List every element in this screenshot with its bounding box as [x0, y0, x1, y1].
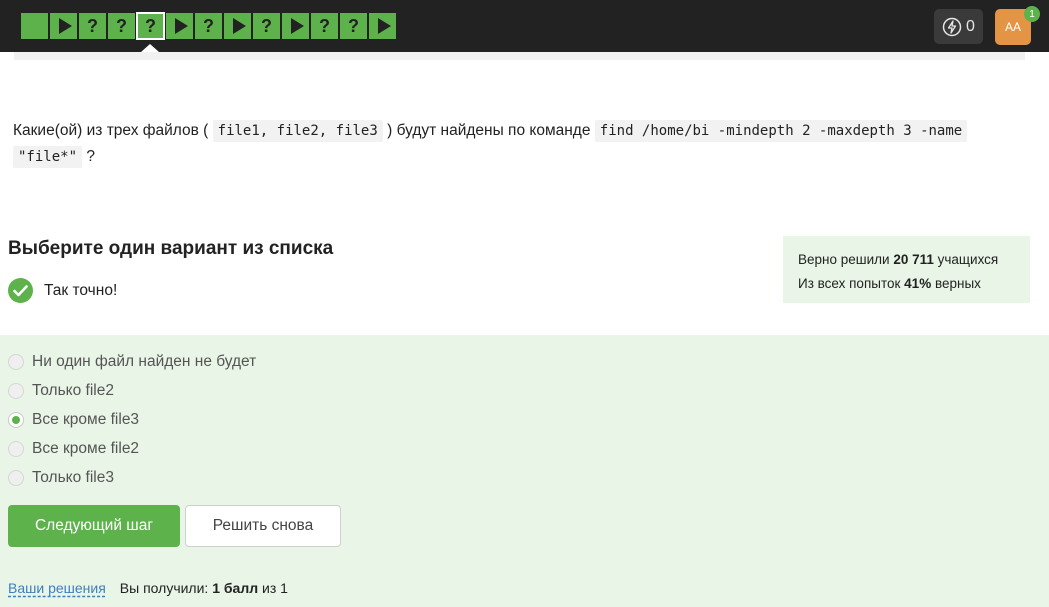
option-item[interactable]: Все кроме file3	[8, 406, 256, 435]
energy-count: 0	[966, 17, 975, 35]
stats-label: учащихся	[937, 252, 999, 267]
step-4[interactable]: ?	[107, 12, 136, 40]
play-icon	[224, 13, 251, 39]
question-step-icon: ?	[311, 13, 338, 39]
question-step-icon: ?	[195, 13, 222, 39]
code-files: file1, file2, file3	[212, 120, 383, 142]
option-radio[interactable]	[8, 383, 24, 400]
play-icon	[282, 13, 309, 39]
option-radio[interactable]	[8, 440, 24, 457]
option-item[interactable]: Ни один файл найден не будет	[8, 348, 256, 377]
solve-stats: Верно решили 20 711 учащихся Из всех поп…	[783, 236, 1030, 303]
option-label: Все кроме file3	[32, 410, 140, 428]
step-7[interactable]: ?	[194, 12, 223, 40]
option-item[interactable]: Только file2	[8, 377, 256, 406]
step-6[interactable]	[165, 12, 194, 40]
step-11[interactable]: ?	[310, 12, 339, 40]
task-subtitle: Выберите один вариант из списка	[8, 238, 334, 259]
question-step-icon: ?	[340, 13, 367, 39]
top-bar: ??????? 0 AA 1	[0, 0, 1049, 52]
question-step-icon: ?	[136, 12, 165, 40]
question-part: ?	[86, 148, 95, 165]
stats-solved-line: Верно решили 20 711 учащихся	[798, 248, 1015, 272]
stats-label: верных	[934, 276, 981, 291]
option-radio[interactable]	[8, 354, 24, 371]
stats-correct-percent: 41%	[904, 276, 932, 291]
step-9[interactable]: ?	[252, 12, 281, 40]
step-8[interactable]	[223, 12, 252, 40]
lesson-steps-nav: ???????	[20, 12, 397, 52]
result-text: Так точно!	[44, 281, 118, 299]
question-part: ) будут найдены по команде	[387, 122, 591, 139]
step-13[interactable]	[368, 12, 397, 40]
stats-label: Верно решили	[798, 252, 890, 267]
score-text: Вы получили: 1 балл из 1	[120, 580, 288, 596]
score-label: Вы получили:	[119, 580, 209, 596]
option-label: Только file2	[32, 382, 114, 400]
code-command: find /home/bi -mindepth 2 -maxdepth 3 -n…	[594, 120, 968, 142]
step-5[interactable]: ?	[136, 12, 165, 52]
option-radio[interactable]	[8, 411, 24, 428]
step-3[interactable]: ?	[78, 12, 107, 40]
option-item[interactable]: Все кроме file2	[8, 434, 256, 463]
play-icon	[50, 13, 77, 39]
question-part: Какие(ой) из трех файлов (	[13, 122, 209, 139]
question-step-icon: ?	[108, 13, 135, 39]
step-1[interactable]	[20, 12, 49, 40]
option-item[interactable]: Только file3	[8, 463, 256, 492]
step-2[interactable]	[49, 12, 78, 40]
radio-selected-dot	[12, 415, 20, 424]
option-label: Все кроме file2	[32, 439, 140, 457]
step-box	[21, 13, 48, 39]
stats-attempts-line: Из всех попыток 41% верных	[798, 272, 1015, 296]
retry-button[interactable]: Решить снова	[185, 505, 341, 547]
code-pattern: "file*"	[13, 146, 83, 168]
score-value: 1 балл	[212, 580, 259, 596]
play-icon	[166, 13, 193, 39]
energy-counter[interactable]: 0	[934, 9, 983, 44]
step-10[interactable]	[281, 12, 310, 40]
step-12[interactable]: ?	[339, 12, 368, 40]
option-label: Ни один файл найден не будет	[32, 353, 257, 371]
lightning-bolt-icon	[942, 17, 962, 36]
submission-footer: Ваши решения Вы получили: 1 балл из 1	[8, 580, 288, 596]
option-radio[interactable]	[8, 469, 24, 486]
your-solutions-link[interactable]: Ваши решения	[8, 580, 106, 596]
answers-panel: Ни один файл найден не будет Только file2…	[0, 335, 1049, 607]
score-total: из 1	[262, 580, 288, 596]
notification-badge: 1	[1024, 6, 1040, 22]
stats-label: Из всех попыток	[798, 276, 901, 291]
play-icon	[369, 13, 396, 39]
option-label: Только file3	[32, 468, 114, 486]
question-step-icon: ?	[253, 13, 280, 39]
result-message: Так точно!	[8, 278, 117, 303]
question-step-icon: ?	[79, 13, 106, 39]
check-circle-icon	[8, 278, 33, 303]
stats-solved-count: 20 711	[893, 252, 934, 267]
question-text: Какие(ой) из трех файлов ( file1, file2,…	[13, 118, 1003, 170]
options-list: Ни один файл найден не будет Только file2…	[8, 348, 256, 492]
content-top-strip	[14, 52, 1025, 60]
next-step-button[interactable]: Следующий шаг	[8, 505, 180, 547]
